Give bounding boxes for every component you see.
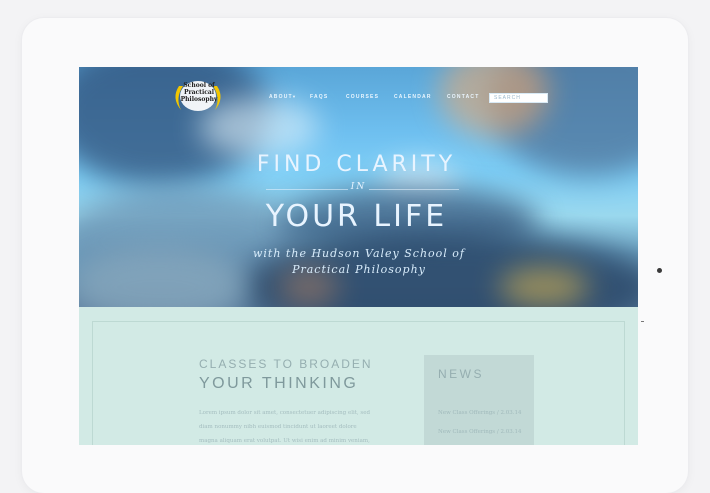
hero-title-line-2: YOUR LIFE	[265, 199, 448, 234]
chevron-down-icon[interactable]: ▼	[292, 94, 297, 99]
body-text-line: diam nonummy nibh euismod tincidunt ut l…	[199, 424, 357, 430]
hero-subtitle-line-2: Practical Philosophy	[292, 263, 426, 276]
frame-tick-mark	[641, 321, 644, 322]
hero-banner: School of Practical Philosophy ABOUT ▼ F…	[79, 67, 638, 307]
body-text-line: Lorem ipsum dolor sit amet, consectetuer…	[199, 410, 371, 416]
nav-item-faqs[interactable]: FAQS	[310, 94, 328, 100]
body-text-line: magna aliquam erat volutpat. Ut wisi eni…	[199, 438, 370, 444]
news-title: NEWS	[438, 367, 484, 381]
nav-item-courses[interactable]: COURSES	[346, 94, 379, 100]
nav-item-calendar[interactable]: CALENDAR	[394, 94, 432, 100]
news-panel: NEWS New Class Offerings / 2.03.14 New C…	[424, 355, 534, 445]
content-section: CLASSES TO BROADEN YOUR THINKING Lorem i…	[79, 307, 638, 445]
section-heading-line-1: CLASSES TO BROADEN	[199, 357, 373, 371]
news-item-link[interactable]: New Class Offerings / 2.03.14	[438, 410, 521, 416]
hero-divider-right	[369, 189, 459, 190]
nav-item-about[interactable]: ABOUT	[269, 94, 293, 100]
section-heading-line-2: YOUR THINKING	[199, 375, 359, 392]
search-input[interactable]: SEARCH	[489, 93, 548, 103]
logo-text: School of Practical Philosophy	[180, 82, 218, 103]
news-item-link[interactable]: New Class Offerings / 2.03.14	[438, 429, 521, 435]
frame-indicator-dot	[657, 268, 662, 273]
website-screen: School of Practical Philosophy ABOUT ▼ F…	[79, 67, 638, 445]
school-logo[interactable]: School of Practical Philosophy	[171, 80, 225, 114]
hero-subtitle-line-1: with the Hudson Valey School of	[253, 247, 465, 260]
nav-item-contact[interactable]: CONTACT	[447, 94, 479, 100]
hero-title-in: IN	[350, 182, 367, 192]
hero-title-line-1: FIND CLARITY	[256, 152, 457, 177]
